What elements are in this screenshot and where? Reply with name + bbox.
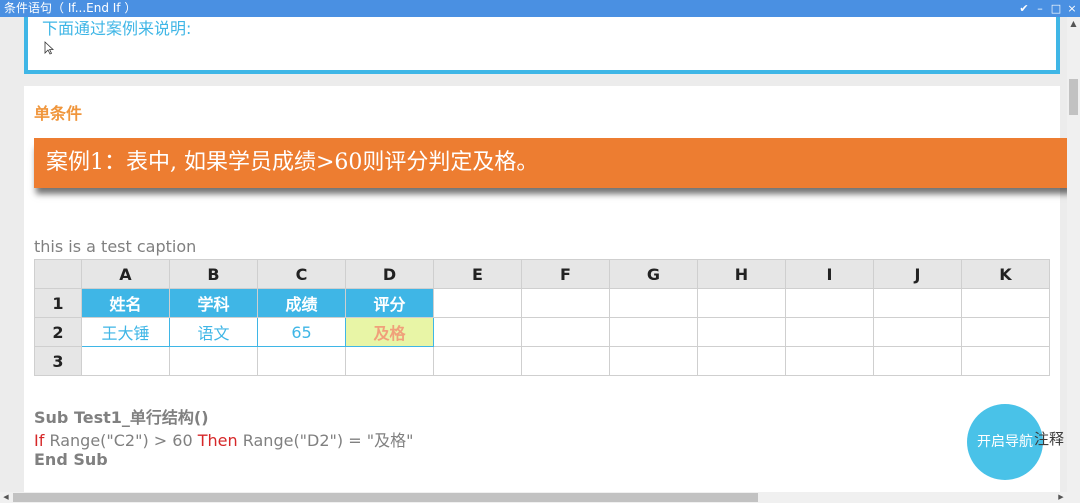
minimize-button[interactable]: – [1033, 0, 1047, 17]
code-keyword-if: If [34, 431, 45, 450]
code-line-1: Sub Test1_单行结构() [34, 404, 209, 428]
empty-cell[interactable] [257, 346, 346, 376]
scroll-left-icon[interactable]: ◀ [0, 492, 12, 503]
open-navigation-button[interactable]: 开启导航 [967, 404, 1043, 480]
empty-cell[interactable] [697, 288, 786, 318]
intro-box: 下面通过案例来说明: [24, 17, 1060, 74]
cell-a1[interactable]: 姓名 [81, 288, 170, 318]
empty-cell[interactable] [785, 346, 874, 376]
scroll-right-icon[interactable]: ▶ [1055, 492, 1067, 503]
horizontal-scrollbar[interactable]: ◀ ▶ [0, 492, 1080, 503]
column-header[interactable]: C [257, 259, 346, 289]
cell-c2[interactable]: 65 [257, 317, 346, 347]
cell-d1[interactable]: 评分 [345, 288, 434, 318]
cell-d2[interactable]: 及格 [345, 317, 434, 347]
table-row: 1 姓名 学科 成绩 评分 [34, 288, 1050, 318]
scroll-up-icon[interactable]: ▲ [1067, 17, 1080, 30]
table-row: 3 [34, 346, 1050, 376]
empty-cell[interactable] [521, 317, 610, 347]
empty-cell[interactable] [433, 317, 522, 347]
empty-cell[interactable] [521, 346, 610, 376]
row-header[interactable]: 3 [34, 346, 82, 376]
cell-c1[interactable]: 成绩 [257, 288, 346, 318]
table-row: 2 王大锤 语文 65 及格 [34, 317, 1050, 347]
document-page: 下面通过案例来说明: 单条件 案例1：表中, 如果学员成绩>60则评分判定及格。… [0, 17, 1067, 492]
code-condition: Range("C2") > 60 [44, 431, 198, 450]
content-card: 单条件 案例1：表中, 如果学员成绩>60则评分判定及格。 this is a … [24, 86, 1067, 492]
empty-cell[interactable] [697, 346, 786, 376]
code-sub-declaration: Sub Test1_单行结构() [34, 408, 209, 427]
window-title: 条件语句（ If...End If ） [4, 1, 137, 15]
code-end-sub: End Sub [34, 450, 108, 469]
comment-label[interactable]: 注释 [1034, 428, 1064, 449]
column-header[interactable]: I [785, 259, 874, 289]
code-line-2: If Range("C2") > 60 Then Range("D2") = "… [34, 427, 413, 451]
horizontal-scroll-thumb[interactable] [13, 493, 758, 502]
row-header[interactable]: 2 [34, 317, 82, 347]
empty-cell[interactable] [81, 346, 170, 376]
code-assignment: Range("D2") = "及格" [237, 431, 414, 450]
column-header[interactable]: H [697, 259, 786, 289]
empty-cell[interactable] [521, 288, 610, 318]
empty-cell[interactable] [433, 346, 522, 376]
cell-a2[interactable]: 王大锤 [81, 317, 170, 347]
empty-cell[interactable] [961, 317, 1050, 347]
column-header[interactable]: J [873, 259, 962, 289]
column-header[interactable]: B [169, 259, 258, 289]
empty-cell[interactable] [873, 317, 962, 347]
intro-text: 下面通过案例来说明: [42, 19, 192, 38]
corner-cell [34, 259, 82, 289]
empty-cell[interactable] [609, 346, 698, 376]
empty-cell[interactable] [345, 346, 434, 376]
empty-cell[interactable] [433, 288, 522, 318]
close-button[interactable]: × [1065, 0, 1079, 17]
column-header[interactable]: A [81, 259, 170, 289]
title-bar: 条件语句（ If...End If ） ✔ – □ × [0, 0, 1080, 17]
cell-b2[interactable]: 语文 [169, 317, 258, 347]
empty-cell[interactable] [609, 317, 698, 347]
empty-cell[interactable] [873, 288, 962, 318]
column-header[interactable]: D [345, 259, 434, 289]
example-banner: 案例1：表中, 如果学员成绩>60则评分判定及格。 [34, 138, 1067, 188]
empty-cell[interactable] [961, 346, 1050, 376]
cell-b1[interactable]: 学科 [169, 288, 258, 318]
maximize-button[interactable]: □ [1049, 0, 1063, 17]
vertical-scrollbar[interactable]: ▲ [1067, 17, 1080, 492]
code-line-3: End Sub [34, 450, 108, 469]
empty-cell[interactable] [873, 346, 962, 376]
empty-cell[interactable] [961, 288, 1050, 318]
empty-cell[interactable] [609, 288, 698, 318]
row-header[interactable]: 1 [34, 288, 82, 318]
mouse-cursor-icon [44, 41, 54, 55]
section-title: 单条件 [34, 104, 83, 123]
column-header[interactable]: G [609, 259, 698, 289]
empty-cell[interactable] [785, 317, 874, 347]
column-header[interactable]: E [433, 259, 522, 289]
spreadsheet-table: A B C D E F G H I J K 1 姓名 学科 成绩 评分 2 王大… [34, 259, 1050, 376]
empty-cell[interactable] [697, 317, 786, 347]
column-header-row: A B C D E F G H I J K [34, 259, 1050, 289]
pin-icon[interactable]: ✔ [1017, 0, 1031, 17]
empty-cell[interactable] [785, 288, 874, 318]
column-header[interactable]: K [961, 259, 1050, 289]
empty-cell[interactable] [169, 346, 258, 376]
vertical-scroll-thumb[interactable] [1069, 79, 1078, 115]
table-caption: this is a test caption [34, 237, 197, 256]
column-header[interactable]: F [521, 259, 610, 289]
code-keyword-then: Then [197, 431, 238, 450]
